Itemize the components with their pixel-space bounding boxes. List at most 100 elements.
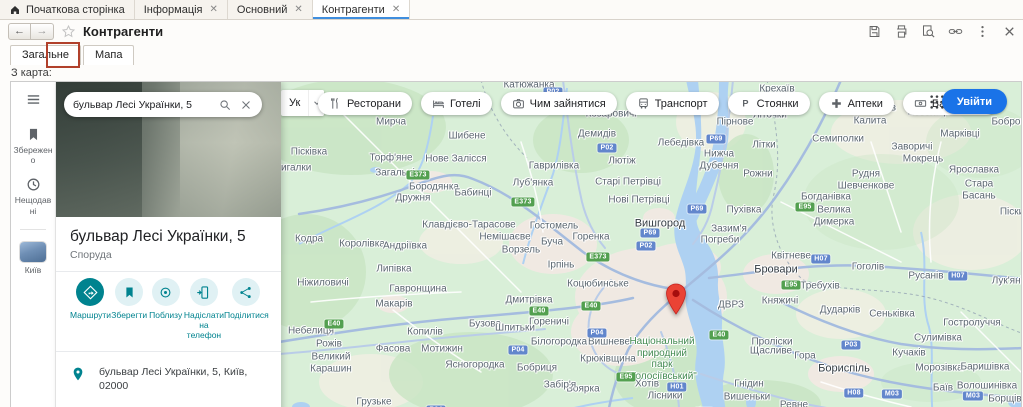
atm-icon [914, 100, 926, 107]
window-close-icon [1004, 26, 1014, 36]
application-window: Початкова сторінка Інформація ✕ Основний ✕ Ко… [0, 0, 1023, 407]
sign-in-button[interactable]: Увійти [941, 89, 1007, 114]
share-icon [240, 286, 251, 298]
action-label: Поблизу [149, 310, 183, 320]
action-label: Зберегти [111, 310, 148, 320]
tab-label: Контрагенти [321, 3, 385, 16]
app-tab-bar: Початкова сторінка Інформація ✕ Основний ✕ Ко… [0, 0, 1023, 20]
action-label: Поділитися [224, 310, 269, 320]
rail-item-label: Нещодавні [14, 195, 52, 216]
search-input[interactable] [73, 98, 211, 111]
form-header: ← → Контрагенти [0, 20, 1023, 43]
field-label: З карта: [11, 67, 52, 79]
app-tab-Контрагенти[interactable]: Контрагенти ✕ [312, 0, 411, 19]
star-icon [61, 24, 76, 38]
rail-item-label: Збережено [13, 145, 53, 166]
chip-pharmacy[interactable]: Аптеки [818, 92, 894, 115]
category-chip-bar: Ресторани Готелі Чим зайнятися Транспорт P Ст… [318, 92, 998, 115]
directions-icon-circle [76, 278, 105, 306]
divider [20, 228, 46, 230]
chip-parking[interactable]: P Стоянки [727, 92, 810, 115]
clock-icon [27, 178, 39, 191]
restaurant-icon [331, 97, 338, 109]
google-maps-widget: Збережено Нещодавні Київ бульвар Лесі Укра… [10, 81, 1022, 407]
rail-item-label: Київ [24, 264, 42, 275]
parking-icon: P [742, 98, 748, 108]
subtab-Мапа[interactable]: Мапа [83, 45, 135, 65]
tab-close-icon[interactable]: ✕ [294, 4, 302, 15]
divider [56, 350, 281, 352]
map-marker-pin[interactable] [665, 283, 687, 315]
chip-camera[interactable]: Чим зайнятися [500, 92, 617, 115]
hotel-icon [433, 100, 444, 108]
send-to-phone-icon [197, 285, 209, 299]
preview-button[interactable] [920, 24, 936, 40]
share-icon-circle [231, 278, 260, 306]
camera-icon [512, 98, 524, 109]
place-details: бульвар Лесі Українки, 5 Споруда Маршрут… [56, 217, 281, 407]
search-box [64, 92, 262, 117]
chip-label: Транспорт [654, 97, 708, 110]
place-info-list: бульвар Лесі Українки, 5, Київ, 02000 Зап… [70, 358, 267, 407]
kyiv-thumbnail [20, 241, 46, 262]
close-icon [242, 100, 250, 109]
favorite-star-icon[interactable] [61, 24, 76, 39]
tab-label: Початкова сторінка [26, 3, 125, 16]
window-close-button[interactable] [1001, 24, 1017, 40]
tab-close-icon[interactable]: ✕ [210, 4, 218, 15]
nav-buttons: ← → [8, 23, 54, 40]
info-row-text: бульвар Лесі Українки, 5, Київ, 02000 [99, 365, 248, 392]
rail-item-Нещодавні[interactable]: Нещодавні [11, 176, 55, 216]
action-send-to-phone[interactable]: Надіслати на телефон [184, 278, 224, 341]
search-icon[interactable] [218, 98, 232, 112]
app-tab-Основний[interactable]: Основний ✕ [227, 0, 313, 19]
action-share[interactable]: Поділитися [224, 278, 269, 341]
chip-hotel[interactable]: Готелі [420, 92, 492, 115]
save-button[interactable] [866, 24, 882, 40]
info-row-pin[interactable]: бульвар Лесі Українки, 5, Київ, 02000 [70, 358, 267, 399]
action-bookmark[interactable]: Зберегти [111, 278, 147, 341]
rail-item-Київ[interactable]: Київ [11, 241, 55, 275]
app-tab-Інформація[interactable]: Інформація ✕ [134, 0, 228, 19]
subtab-strip: Загальне Мапа [0, 43, 1023, 65]
back-button[interactable]: ← [8, 23, 31, 40]
subtab-Загальне[interactable]: Загальне [10, 45, 81, 65]
chip-bus[interactable]: Транспорт [625, 92, 719, 115]
svg-text:P: P [742, 98, 748, 108]
action-nearby[interactable]: Поблизу [147, 278, 183, 341]
nearby-icon-circle [151, 278, 180, 306]
print-button[interactable] [893, 24, 909, 40]
forward-button[interactable]: → [31, 23, 54, 40]
input-language-button[interactable]: Ук [281, 90, 308, 116]
pharmacy-icon [831, 99, 841, 108]
tab-close-icon[interactable]: ✕ [392, 4, 400, 15]
page-title: Контрагенти [83, 24, 164, 39]
map-canvas[interactable]: КатюжанкаМирчаШибенеПісківкаМигалкиТорф'… [281, 82, 1021, 407]
search-icon [220, 99, 231, 110]
rail-item-menu[interactable] [11, 91, 55, 110]
place-title: бульвар Лесі Українки, 5 [70, 228, 246, 245]
divider [56, 271, 281, 272]
chip-label: Ресторани [347, 97, 401, 110]
clear-search-icon[interactable] [239, 98, 253, 112]
link-icon [948, 28, 962, 34]
app-tab-home[interactable]: Початкова сторінка [0, 0, 135, 19]
rail-item-Збережено[interactable]: Збережено [11, 126, 55, 165]
send-to-phone-icon-circle [189, 278, 218, 306]
action-directions[interactable]: Маршрути [70, 278, 111, 341]
link-button[interactable] [947, 24, 963, 40]
form-toolbar [866, 24, 1017, 40]
nearby-icon [160, 287, 171, 297]
home-icon [11, 5, 19, 14]
place-photo[interactable] [56, 82, 281, 217]
save-icon [869, 25, 879, 37]
info-row-pencil[interactable]: Запропонувати зміну для місця "бульвар Л… [70, 399, 267, 407]
maps-side-rail: Збережено Нещодавні Київ [11, 82, 56, 407]
more-button[interactable] [974, 24, 990, 40]
chip-restaurant[interactable]: Ресторани [318, 92, 412, 115]
print-icon [896, 24, 906, 38]
bookmark-icon [126, 287, 133, 297]
more-icon [980, 25, 984, 37]
place-panel: бульвар Лесі Українки, 5 Споруда Маршрут… [56, 82, 281, 407]
map-terrain [281, 82, 1021, 407]
